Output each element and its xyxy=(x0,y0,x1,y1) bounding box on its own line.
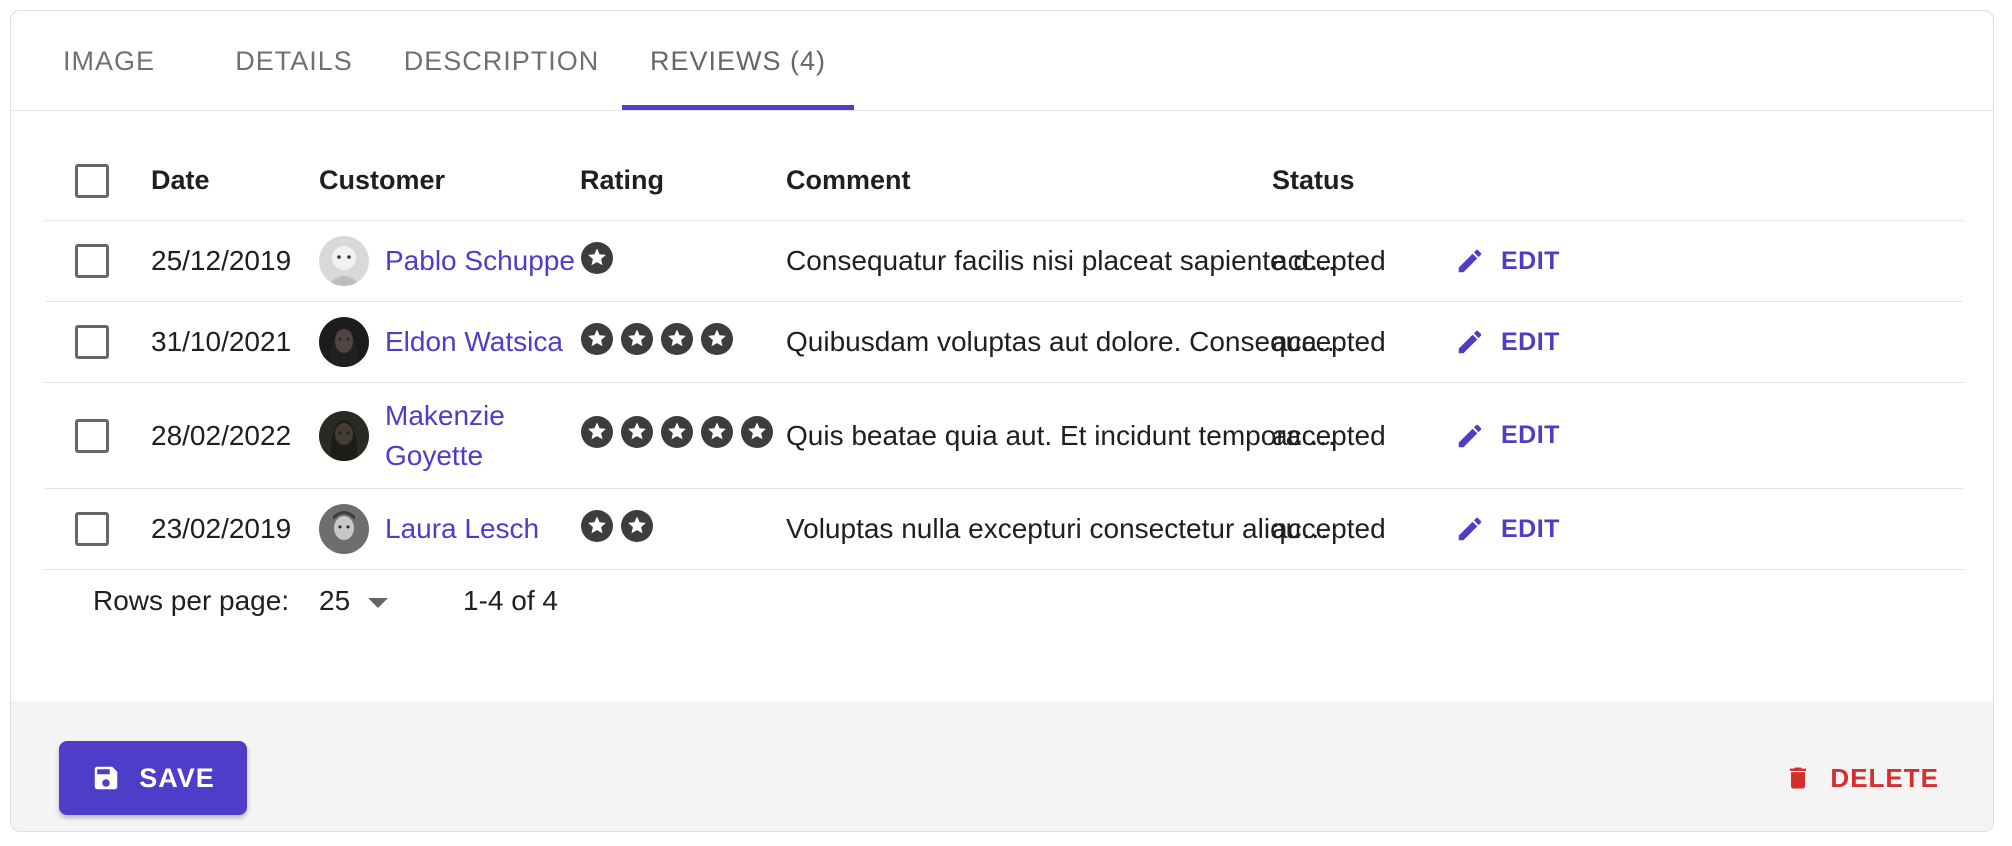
header-rating[interactable]: Rating xyxy=(580,141,664,220)
save-button[interactable]: SAVE xyxy=(59,741,247,815)
review-date: 23/02/2019 xyxy=(151,513,292,544)
review-status: accepted xyxy=(1272,419,1386,451)
header-status[interactable]: Status xyxy=(1272,141,1355,220)
header-customer[interactable]: Customer xyxy=(319,141,445,220)
save-label: SAVE xyxy=(139,762,215,793)
rating-stars xyxy=(580,302,734,382)
edit-cell: EDIT xyxy=(1455,489,1560,569)
tab-reviews[interactable]: REVIEWS (4) xyxy=(622,11,854,111)
customer-link[interactable]: Pablo Schuppe xyxy=(385,241,575,281)
pagination: Rows per page: 25 1-4 of 4 xyxy=(11,571,1993,631)
star-icon xyxy=(700,322,734,363)
table-row[interactable]: 31/10/2021 Eldon Watsica Quibusdam volup… xyxy=(45,302,1963,383)
rating-stars xyxy=(580,221,614,301)
edit-label: EDIT xyxy=(1501,514,1560,543)
avatar xyxy=(319,410,369,461)
tab-description[interactable]: DESCRIPTION xyxy=(381,11,622,111)
select-all-cell xyxy=(75,141,109,220)
rows-per-page-value: 25 xyxy=(319,585,351,616)
pencil-icon xyxy=(1458,249,1482,273)
customer-link[interactable]: Eldon Watsica xyxy=(385,322,563,362)
tab-image[interactable]: IMAGE xyxy=(11,11,207,111)
star-icon xyxy=(580,322,614,363)
review-status: accepted xyxy=(1272,326,1386,357)
customer-first-name: Makenzie xyxy=(385,399,505,431)
review-date: 31/10/2021 xyxy=(151,326,292,357)
star-icon xyxy=(580,415,614,456)
rows-per-page-label: Rows per page: xyxy=(93,585,290,616)
comment-cell: Consequatur facilis nisi placeat sapient… xyxy=(786,221,1346,301)
edit-label: EDIT xyxy=(1501,246,1560,275)
star-icon xyxy=(620,509,654,550)
edit-cell: EDIT xyxy=(1455,383,1560,488)
customer-last-name: Goyette xyxy=(385,439,484,471)
pagination-range: 1-4 of 4 xyxy=(463,585,558,616)
edit-button[interactable]: EDIT xyxy=(1455,421,1560,451)
active-tab-indicator xyxy=(622,105,854,110)
tab-details[interactable]: DETAILS xyxy=(207,11,381,111)
star-icon xyxy=(620,322,654,363)
review-status: accepted xyxy=(1272,513,1386,544)
star-icon xyxy=(660,415,694,456)
comment-cell: Quis beatae quia aut. Et incidunt tempor… xyxy=(786,383,1346,488)
review-editor-card: IMAGE DETAILS DESCRIPTION REVIEWS (4) Da… xyxy=(10,10,1994,832)
star-icon xyxy=(580,241,614,282)
delete-button[interactable]: DELETE xyxy=(1784,741,1939,815)
row-checkbox[interactable] xyxy=(75,418,109,453)
row-checkbox[interactable] xyxy=(75,244,109,278)
comment-cell: Quibusdam voluptas aut dolore. Consequa… xyxy=(786,302,1346,382)
table-row[interactable]: 25/12/2019 Pablo Schuppe Consequatur fac… xyxy=(45,221,1963,302)
review-comment: Quis beatae quia aut. Et incidunt tempor… xyxy=(786,419,1337,451)
table-row[interactable]: 28/02/2022 Makenzie Goyette Quis beatae … xyxy=(45,383,1963,489)
customer-cell: Pablo Schuppe xyxy=(319,221,575,301)
edit-label: EDIT xyxy=(1501,421,1560,449)
edit-label: EDIT xyxy=(1501,327,1560,356)
form-toolbar: SAVE DELETE xyxy=(11,701,1993,831)
pencil-icon xyxy=(1458,517,1482,541)
edit-cell: EDIT xyxy=(1455,221,1560,301)
row-checkbox[interactable] xyxy=(75,325,109,359)
header-comment[interactable]: Comment xyxy=(786,141,911,220)
header-date[interactable]: Date xyxy=(151,141,210,220)
edit-button[interactable]: EDIT xyxy=(1455,514,1560,544)
customer-link[interactable]: Makenzie Goyette xyxy=(385,396,505,476)
rows-per-page-select[interactable]: 25 xyxy=(319,571,389,631)
edit-cell: EDIT xyxy=(1455,302,1560,382)
comment-cell: Voluptas nulla excepturi consectetur ali… xyxy=(786,489,1346,569)
avatar xyxy=(319,504,369,554)
avatar xyxy=(319,317,369,367)
edit-button[interactable]: EDIT xyxy=(1455,246,1560,276)
avatar xyxy=(319,236,369,286)
trash-icon xyxy=(1790,767,1807,789)
star-icon xyxy=(740,415,774,456)
review-status: accepted xyxy=(1272,245,1386,276)
pencil-icon xyxy=(1458,330,1482,354)
star-icon xyxy=(620,415,654,456)
customer-link[interactable]: Laura Lesch xyxy=(385,509,539,549)
star-icon xyxy=(700,415,734,456)
star-icon xyxy=(660,322,694,363)
delete-label: DELETE xyxy=(1830,762,1939,793)
caret-down-icon xyxy=(368,598,389,608)
edit-button[interactable]: EDIT xyxy=(1455,327,1560,357)
select-all-checkbox[interactable] xyxy=(75,163,109,198)
customer-cell: Makenzie Goyette xyxy=(319,383,505,488)
review-date: 25/12/2019 xyxy=(151,245,292,276)
rating-stars xyxy=(580,489,654,569)
pencil-icon xyxy=(1458,424,1482,447)
row-checkbox[interactable] xyxy=(75,512,109,546)
customer-cell: Eldon Watsica xyxy=(319,302,563,382)
review-comment: Consequatur facilis nisi placeat sapient… xyxy=(786,245,1337,276)
floppy-disk-icon xyxy=(94,766,118,790)
review-comment: Voluptas nulla excepturi consectetur ali… xyxy=(786,513,1330,544)
review-date: 28/02/2022 xyxy=(151,419,292,451)
table-header-row: Date Customer Rating Comment Status xyxy=(45,141,1963,221)
star-icon xyxy=(580,509,614,550)
table-row[interactable]: 23/02/2019 Laura Lesch Voluptas nulla ex… xyxy=(45,489,1963,570)
review-comment: Quibusdam voluptas aut dolore. Consequa… xyxy=(786,326,1345,357)
customer-cell: Laura Lesch xyxy=(319,489,539,569)
tab-bar: IMAGE DETAILS DESCRIPTION REVIEWS (4) xyxy=(11,11,1993,111)
rating-stars xyxy=(580,383,774,488)
